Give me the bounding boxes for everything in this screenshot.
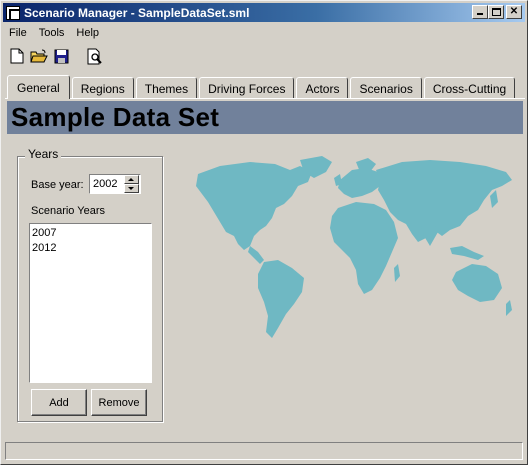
scenario-years-list[interactable]: 2007 2012	[29, 223, 152, 383]
remove-button[interactable]: Remove	[91, 389, 147, 416]
menu-help[interactable]: Help	[70, 24, 105, 42]
menu-tools[interactable]: Tools	[33, 24, 71, 42]
window-title: Scenario Manager - SampleDataSet.sml	[24, 5, 250, 20]
list-item[interactable]: 2012	[31, 241, 150, 256]
tab-strip: General Regions Themes Driving Forces Ac…	[7, 75, 525, 99]
minimize-icon	[477, 13, 483, 15]
open-folder-icon	[30, 49, 48, 62]
africa-shape	[330, 202, 398, 294]
spin-up-button[interactable]	[124, 175, 139, 184]
close-icon: ✕	[509, 6, 519, 17]
tab-actors[interactable]: Actors	[296, 77, 349, 99]
base-year-value[interactable]: 2002	[90, 178, 124, 190]
indonesia-shape	[450, 246, 484, 260]
base-year-spinner[interactable]: 2002	[89, 174, 141, 194]
tab-general[interactable]: General	[7, 75, 70, 99]
menu-file[interactable]: File	[3, 24, 33, 42]
general-tab-panel: Sample Data Set Years Base year: 2002 Sc…	[5, 98, 525, 438]
spin-buttons	[124, 175, 139, 193]
australia-shape	[452, 264, 502, 302]
app-window: Scenario Manager - SampleDataSet.sml ✕ F…	[0, 0, 528, 465]
scenario-years-label: Scenario Years	[31, 205, 105, 217]
new-document-icon	[10, 48, 24, 64]
minimize-button[interactable]	[472, 5, 488, 19]
print-preview-button[interactable]	[85, 46, 105, 66]
close-button[interactable]: ✕	[506, 5, 522, 19]
maximize-icon	[492, 8, 501, 16]
spin-down-button[interactable]	[124, 184, 139, 193]
tab-cross-cutting[interactable]: Cross-Cutting	[423, 77, 516, 99]
madagascar-shape	[394, 264, 400, 282]
uk-shape	[334, 174, 342, 186]
japan-shape	[490, 190, 498, 208]
menu-bar: File Tools Help	[3, 24, 525, 42]
open-folder-button[interactable]	[29, 46, 49, 66]
tab-driving-forces[interactable]: Driving Forces	[199, 77, 295, 99]
tab-regions[interactable]: Regions	[71, 77, 134, 99]
header-band: Sample Data Set	[7, 101, 523, 134]
base-year-label: Base year:	[31, 179, 84, 191]
arrow-up-icon	[128, 178, 134, 181]
window-controls: ✕	[472, 5, 522, 19]
save-disk-icon	[54, 49, 68, 63]
page-title: Sample Data Set	[11, 102, 220, 132]
print-preview-icon	[87, 48, 102, 64]
status-bar	[5, 442, 523, 460]
north-america-shape	[196, 162, 312, 250]
south-america-shape	[258, 260, 304, 338]
central-america-shape	[248, 246, 264, 264]
tab-scenarios[interactable]: Scenarios	[350, 77, 422, 99]
toolbar	[3, 44, 525, 68]
tab-themes[interactable]: Themes	[135, 77, 198, 99]
add-button[interactable]: Add	[31, 389, 87, 416]
title-bar[interactable]: Scenario Manager - SampleDataSet.sml ✕	[3, 3, 525, 22]
years-group-legend: Years	[25, 147, 62, 161]
new-document-button[interactable]	[7, 46, 27, 66]
maximize-button[interactable]	[488, 5, 504, 19]
new-zealand-shape	[506, 300, 512, 316]
arrow-down-icon	[128, 187, 134, 190]
world-map-image	[196, 156, 512, 338]
list-item[interactable]: 2007	[31, 226, 150, 241]
save-button[interactable]	[51, 46, 71, 66]
app-icon	[6, 5, 20, 20]
